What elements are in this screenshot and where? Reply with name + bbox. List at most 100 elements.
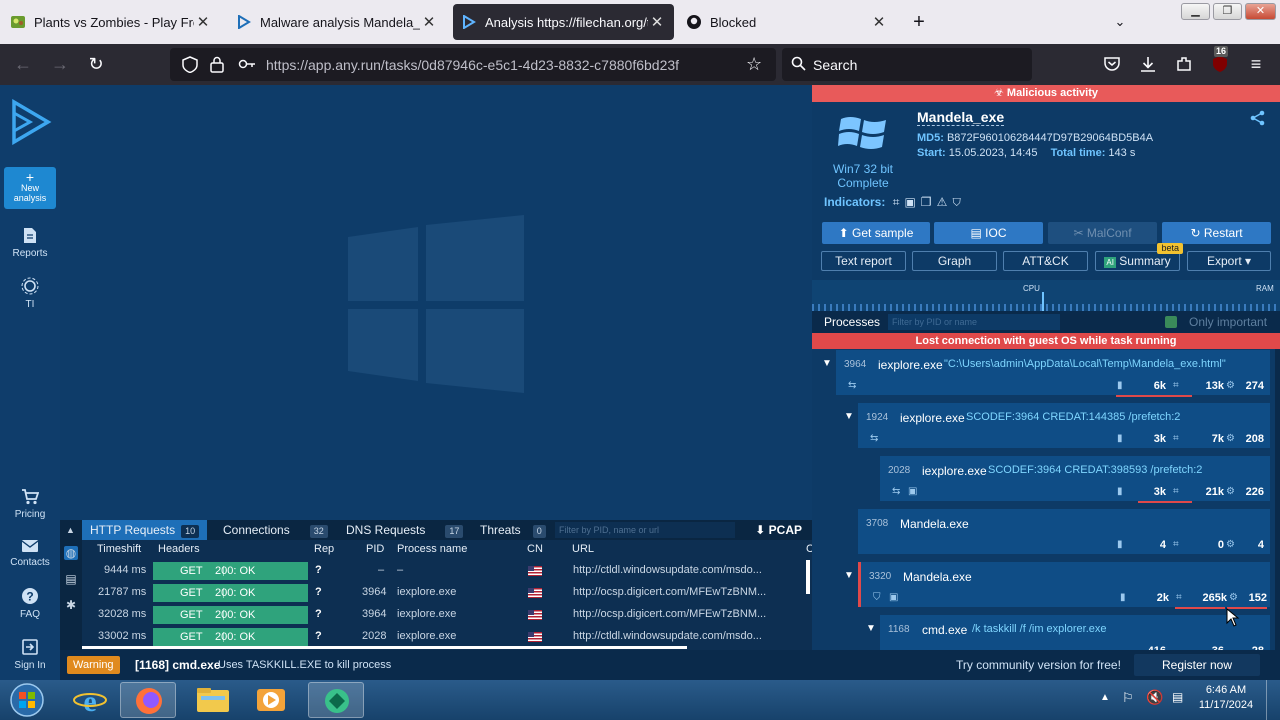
restart-button[interactable]: ↻ Restart xyxy=(1162,222,1271,244)
collapse-panel-icon[interactable]: ▲ xyxy=(66,525,75,535)
app-icon[interactable] xyxy=(308,682,364,718)
search-bar[interactable]: Search xyxy=(782,48,1032,81)
headers-badge[interactable]: GET 200: OK xyxy=(153,606,308,624)
tab-threats[interactable]: Threats 0 xyxy=(472,520,554,540)
bug-icon[interactable]: ✱ xyxy=(64,598,78,612)
process-node[interactable]: 3964 iexplore.exe "C:\Users\admin\AppDat… xyxy=(836,350,1270,397)
expand-chevron-icon[interactable]: ▼ xyxy=(844,411,854,422)
col-url[interactable]: URL xyxy=(572,543,594,555)
minimize-window-button[interactable]: ▁ xyxy=(1181,3,1210,20)
pocket-icon[interactable] xyxy=(1100,52,1124,76)
permissions-key-icon[interactable] xyxy=(238,57,256,74)
media-player-icon[interactable] xyxy=(243,682,299,718)
close-tab-icon[interactable]: ✕ xyxy=(870,13,888,31)
summary-button[interactable]: AI Summary beta xyxy=(1095,243,1183,271)
headers-badge[interactable]: GET 200: OK xyxy=(153,584,308,602)
sidebar-item-contacts[interactable]: Contacts xyxy=(0,539,60,568)
process-node[interactable]: 2028 iexplore.exe SCODEF:3964 CREDAT:398… xyxy=(880,456,1270,503)
vm-screen[interactable] xyxy=(60,85,812,520)
extensions-puzzle-icon[interactable] xyxy=(1172,52,1196,76)
show-hidden-icons-chevron[interactable]: ▲ xyxy=(1100,692,1110,703)
close-tab-icon[interactable]: ✕ xyxy=(194,13,212,31)
tab-analysis-active[interactable]: Analysis https://filechan.org/te ✕ xyxy=(453,4,674,40)
process-node[interactable]: 3708 Mandela.exe ▮ 4 ⌗ 0 ⚙ 4 xyxy=(858,509,1270,554)
bookmark-star-icon[interactable]: ☆ xyxy=(746,54,762,75)
process-filter-input[interactable]: Filter by PID or name xyxy=(888,314,1060,330)
hamburger-menu-icon[interactable]: ≡ xyxy=(1244,52,1268,76)
sidebar-item-faq[interactable]: ? FAQ xyxy=(0,587,60,620)
new-analysis-button[interactable]: + New analysis xyxy=(4,167,56,209)
headers-badge[interactable]: GET 200: OK xyxy=(153,628,308,646)
show-desktop-button[interactable] xyxy=(1266,680,1280,720)
task-name[interactable]: Mandela_exe xyxy=(917,109,1005,126)
http-request-row[interactable]: 9444 ms GET 200: OK ? – – http://ctldl.wi… xyxy=(82,560,806,582)
export-button[interactable]: Export ▾ xyxy=(1187,251,1271,271)
tab-malware-analysis[interactable]: Malware analysis Mandela_exe ✕ xyxy=(228,4,446,40)
globe-icon[interactable]: ◍ xyxy=(64,546,78,560)
col-process-name[interactable]: Process name xyxy=(397,543,467,555)
close-tab-icon[interactable]: ✕ xyxy=(648,13,666,31)
attck-button[interactable]: ATT&CK xyxy=(1003,251,1088,271)
col-headers[interactable]: Headers xyxy=(158,543,200,555)
pcap-download-button[interactable]: ⬇ PCAP xyxy=(755,520,802,540)
sidebar-item-pricing[interactable]: Pricing xyxy=(0,488,60,520)
http-request-row[interactable]: 33002 ms GET 200: OK ? 2028 iexplore.exe … xyxy=(82,626,806,648)
col-timeshift[interactable]: Timeshift xyxy=(97,543,141,555)
warning-process[interactable]: [1168] cmd.exe xyxy=(135,658,220,672)
network-icon[interactable]: ▤ xyxy=(1172,690,1183,704)
url-text[interactable]: https://app.any.run/tasks/0d87946c-e5c1-… xyxy=(266,57,679,73)
internet-explorer-icon[interactable]: e xyxy=(62,682,118,718)
new-tab-plus-icon[interactable]: + xyxy=(907,10,931,34)
process-scrollbar[interactable] xyxy=(1275,349,1280,650)
anyrun-logo-icon[interactable] xyxy=(10,98,52,148)
expand-chevron-icon[interactable]: ▼ xyxy=(866,623,876,634)
close-window-button[interactable]: ✕ xyxy=(1245,3,1276,20)
forward-arrow-icon[interactable]: → xyxy=(48,52,72,76)
reload-icon[interactable]: ↻ xyxy=(84,52,108,76)
file-explorer-icon[interactable] xyxy=(185,682,241,718)
col-pid[interactable]: PID xyxy=(366,543,384,555)
list-all-tabs-chevron-icon[interactable]: ⌄ xyxy=(1108,10,1132,34)
malconf-button[interactable]: ✂ MalConf xyxy=(1048,222,1157,244)
share-icon[interactable] xyxy=(1250,110,1266,131)
horizontal-scrollbar[interactable] xyxy=(82,646,687,649)
restore-window-button[interactable]: ❐ xyxy=(1213,3,1242,20)
md5-value[interactable]: B872F960106284447D97B29064BD5B4A xyxy=(947,132,1153,144)
col-rep[interactable]: Rep xyxy=(314,543,334,555)
network-filter-input[interactable]: Filter by PID, name or url xyxy=(555,522,735,538)
headers-badge[interactable]: GET 200: OK xyxy=(153,562,308,580)
indicator-icons[interactable]: ⌗▣❐⚠⛉ xyxy=(893,195,966,209)
graph-button[interactable]: Graph xyxy=(912,251,997,271)
col-cn[interactable]: CN xyxy=(527,543,543,555)
start-button-icon[interactable] xyxy=(8,682,46,720)
sidebar-item-reports[interactable]: Reports xyxy=(0,227,60,259)
lock-icon[interactable] xyxy=(210,56,224,76)
only-important-checkbox[interactable] xyxy=(1165,316,1177,328)
tab-http-requests[interactable]: HTTP Requests 10 xyxy=(82,520,208,540)
process-node[interactable]: 1168 cmd.exe /k taskkill /f /im explorer… xyxy=(880,615,1270,650)
action-center-flag-icon[interactable]: ⚐ xyxy=(1122,690,1134,706)
sidebar-item-ti[interactable]: TI xyxy=(0,277,60,310)
http-request-row[interactable]: 21787 ms GET 200: OK ? 3964 iexplore.exe … xyxy=(82,582,806,604)
process-node[interactable]: 3320 Mandela.exe ⛉ ▣ ▮ 2k ⌗ 265k ⚙ 152 xyxy=(858,562,1270,609)
ioc-button[interactable]: ▤ IOC xyxy=(934,222,1043,244)
tab-plants-vs-zombies[interactable]: Plants vs Zombies - Play Free O ✕ xyxy=(2,4,220,40)
file-icon[interactable]: ▤ xyxy=(64,572,78,586)
tracking-shield-icon[interactable] xyxy=(182,56,198,76)
tab-connections[interactable]: Connections 32 xyxy=(215,520,336,540)
downloads-icon[interactable] xyxy=(1136,52,1160,76)
firefox-icon[interactable] xyxy=(120,682,176,718)
back-arrow-icon[interactable]: ← xyxy=(11,52,35,76)
taskbar-clock[interactable]: 6:46 AM 11/17/2024 xyxy=(1196,684,1256,711)
text-report-button[interactable]: Text report xyxy=(821,251,906,271)
expand-chevron-icon[interactable]: ▼ xyxy=(822,358,832,369)
tab-blocked[interactable]: Blocked ✕ xyxy=(678,4,896,40)
url-bar[interactable]: https://app.any.run/tasks/0d87946c-e5c1-… xyxy=(170,48,776,81)
vertical-scrollbar[interactable] xyxy=(806,560,810,594)
process-node[interactable]: 1924 iexplore.exe SCODEF:3964 CREDAT:144… xyxy=(858,403,1270,448)
register-now-button[interactable]: Register now xyxy=(1134,654,1260,676)
ublock-extension-icon[interactable]: 16 xyxy=(1208,46,1232,76)
tab-dns-requests[interactable]: DNS Requests 17 xyxy=(338,520,471,540)
volume-muted-icon[interactable]: 🔇 xyxy=(1146,689,1163,706)
sidebar-item-signin[interactable]: Sign In xyxy=(0,638,60,671)
